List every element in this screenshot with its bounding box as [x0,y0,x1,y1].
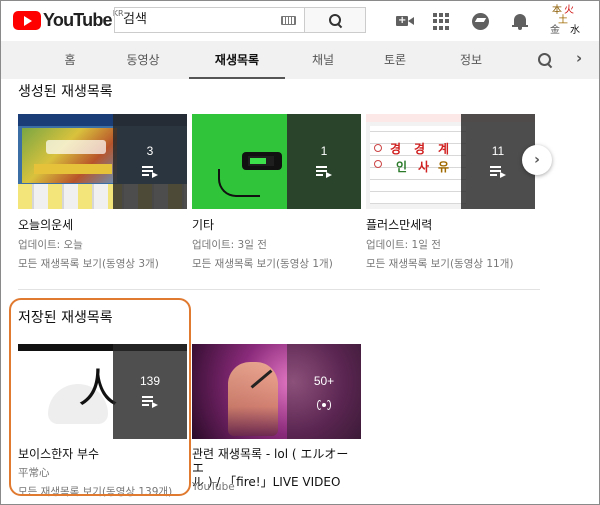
apps-grid-icon[interactable] [433,12,451,30]
playlist-count: 3 [146,144,154,158]
thumb-glyph: 계 [438,142,450,156]
playlist-thumbnail[interactable]: 1 [192,114,361,209]
playlist-count-overlay: 1 [287,114,361,209]
messages-icon[interactable] [472,12,490,30]
logo-text: YouTube [43,10,113,30]
keyboard-icon[interactable] [281,16,296,25]
view-full-playlist-link[interactable]: 모든 재생목록 보기(동영상 11개) [366,256,514,271]
channel-tabs: 홈 동영상 재생목록 채널 토론 정보 › [1,41,599,79]
playlist-title-line: 관련 재생목록 - lol ( エルオーエ [192,447,349,475]
top-bar: YouTube KR 검색 + 本 火 土 金 水 [1,1,599,41]
playlist-title[interactable]: 기타 [192,216,214,233]
search-button[interactable] [304,7,366,33]
chevron-right-icon[interactable]: › [576,49,582,67]
playlist-count-overlay: 3 [113,114,187,209]
playlist-count-overlay: 50+ [287,344,361,439]
mix-radio-icon [317,400,331,410]
notifications-bell-icon[interactable] [511,12,529,30]
playlist-icon [142,166,158,178]
thumb-glyph: 경 [414,142,426,156]
thumb-glyph: 인 [396,160,408,174]
highlight-outline [9,298,191,496]
avatar-glyph: 金 [550,25,560,36]
playlist-count: 50+ [313,374,335,388]
thumb-glyph: 경 [390,142,402,156]
tab-discussion[interactable]: 토론 [369,41,421,79]
thumb-glyph: 유 [438,160,450,174]
play-logo-icon [13,11,41,30]
tab-home[interactable]: 홈 [49,41,91,79]
section-divider [18,289,540,290]
tab-channels[interactable]: 채널 [299,41,347,79]
search-icon [328,13,342,27]
playlist-title[interactable]: 오늘의운세 [18,216,73,233]
playlist-thumbnail[interactable]: 50+ [192,344,361,439]
view-full-playlist-link[interactable]: 모든 재생목록 보기(동영상 3개) [18,256,159,271]
avatar[interactable]: 本 火 土 金 水 [550,4,584,38]
playlist-count: 1 [320,144,328,158]
channel-search-icon[interactable] [538,53,552,67]
thumb-glyph: 사 [418,160,430,174]
tab-playlists[interactable]: 재생목록 [189,41,285,79]
playlist-thumbnail[interactable]: 3 [18,114,187,209]
create-video-icon[interactable]: + [396,12,414,30]
tab-about[interactable]: 정보 [445,41,497,79]
playlist-updated: 업데이트: 오늘 [18,239,83,251]
playlist-title[interactable]: 플러스만세력 [366,216,432,233]
youtube-logo[interactable]: YouTube KR [13,9,124,31]
playlist-channel[interactable]: YouTube [192,481,235,493]
avatar-glyph: 水 [570,25,580,36]
search-input[interactable]: 검색 [114,7,304,33]
playlist-icon [490,166,506,178]
created-playlists-heading: 생성된 재생목록 [18,84,113,100]
playlist-thumbnail[interactable]: 경 경 계 인 사 유 11 [366,114,535,209]
playlist-icon [316,166,332,178]
view-full-playlist-link[interactable]: 모든 재생목록 보기(동영상 1개) [192,256,333,271]
carousel-next-button[interactable]: › [522,145,552,175]
playlist-updated: 업데이트: 1일 전 [366,239,441,251]
search-input-text: 검색 [123,12,147,27]
tab-videos[interactable]: 동영상 [113,41,173,79]
playlist-updated: 업데이트: 3일 전 [192,239,267,251]
page: YouTube KR 검색 + 本 火 土 金 水 홈 동영상 재생목록 채널 … [0,0,600,505]
